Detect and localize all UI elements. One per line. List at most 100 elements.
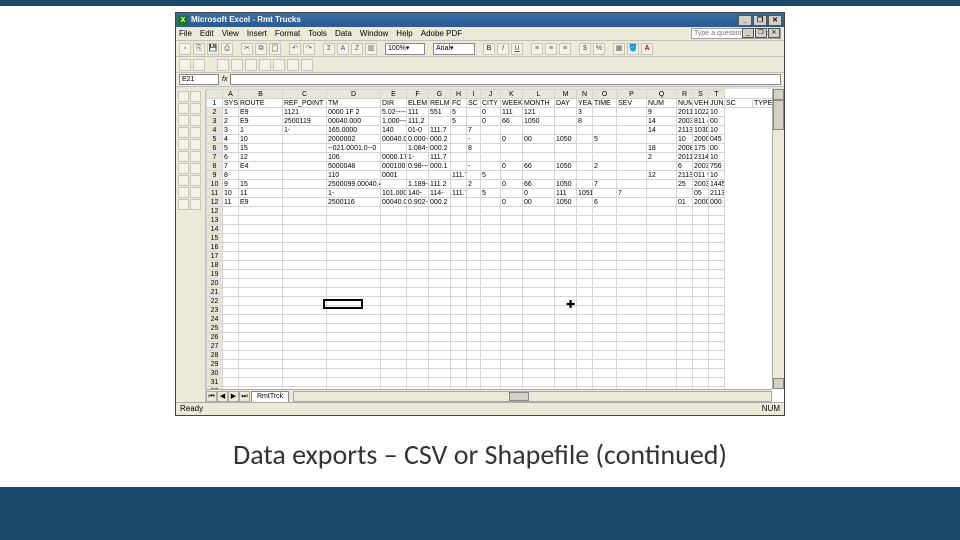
cell[interactable]: VEH [693, 99, 709, 108]
child-restore-button[interactable]: ❐ [755, 28, 767, 38]
cell[interactable] [223, 234, 239, 243]
cell[interactable] [429, 243, 451, 252]
cell[interactable] [239, 288, 283, 297]
cell[interactable]: 1050 [555, 162, 577, 171]
column-header[interactable]: R [677, 90, 693, 99]
cell[interactable] [451, 324, 467, 333]
cell[interactable]: 106 [327, 153, 381, 162]
cell[interactable] [407, 234, 429, 243]
cell[interactable]: 2011 [677, 153, 693, 162]
cell[interactable] [523, 306, 555, 315]
cell[interactable]: 1050 [555, 135, 577, 144]
cell[interactable] [555, 369, 577, 378]
cell[interactable]: 5.02-------- [381, 108, 407, 117]
cell[interactable]: DAY [555, 99, 577, 108]
cell[interactable] [481, 279, 501, 288]
menu-file[interactable]: File [179, 30, 192, 38]
column-header[interactable]: S [693, 90, 709, 99]
cell[interactable] [429, 324, 451, 333]
cell[interactable] [481, 180, 501, 189]
review-icon-6[interactable] [287, 59, 299, 71]
cell[interactable]: 10 [677, 135, 693, 144]
close-button[interactable]: ✕ [768, 15, 782, 26]
cell[interactable] [617, 135, 647, 144]
cell[interactable] [677, 306, 693, 315]
cell[interactable] [555, 234, 577, 243]
cell[interactable]: 1.189------- [407, 180, 429, 189]
cell[interactable] [693, 351, 709, 360]
cell[interactable] [523, 171, 555, 180]
cell[interactable] [223, 252, 239, 261]
cell[interactable] [283, 243, 327, 252]
cell[interactable] [381, 315, 407, 324]
cell[interactable] [593, 324, 617, 333]
cell[interactable]: 7 [223, 162, 239, 171]
cell[interactable] [381, 324, 407, 333]
cell[interactable]: 175 3 [693, 144, 709, 153]
cell[interactable]: ROUTE [239, 99, 283, 108]
cell[interactable]: 5 [481, 189, 501, 198]
cell[interactable] [467, 198, 481, 207]
cell[interactable] [677, 360, 693, 369]
cell[interactable] [451, 216, 467, 225]
cell[interactable] [283, 351, 327, 360]
cell[interactable] [523, 288, 555, 297]
cell[interactable] [407, 351, 429, 360]
cell[interactable] [709, 207, 725, 216]
draw-tool-icon[interactable] [190, 115, 201, 126]
cell[interactable] [327, 279, 381, 288]
cell[interactable] [593, 225, 617, 234]
undo-icon[interactable]: ↶ [289, 43, 301, 55]
cell[interactable] [283, 261, 327, 270]
cell[interactable] [577, 369, 593, 378]
cell[interactable]: CITY [481, 99, 501, 108]
cell[interactable]: --021.0001.0--0 [327, 144, 381, 153]
cell[interactable] [523, 225, 555, 234]
cell[interactable] [327, 324, 381, 333]
cell[interactable] [283, 342, 327, 351]
cell[interactable] [407, 306, 429, 315]
cell[interactable] [451, 306, 467, 315]
cell[interactable] [501, 306, 523, 315]
cell[interactable] [693, 207, 709, 216]
copy-icon[interactable]: ⧉ [255, 43, 267, 55]
cell[interactable]: 00 [523, 135, 555, 144]
cell[interactable] [381, 333, 407, 342]
cell[interactable] [555, 153, 577, 162]
cell[interactable] [327, 297, 381, 306]
row-header[interactable]: 26 [207, 333, 223, 342]
draw-tool-icon[interactable] [190, 103, 201, 114]
cell[interactable] [327, 207, 381, 216]
row-header[interactable]: 13 [207, 216, 223, 225]
cell[interactable] [647, 315, 677, 324]
cell[interactable] [709, 216, 725, 225]
cell[interactable]: 8 [223, 171, 239, 180]
row-header[interactable]: 19 [207, 270, 223, 279]
cell[interactable] [451, 153, 467, 162]
cell[interactable] [693, 378, 709, 387]
cell[interactable] [481, 378, 501, 387]
cell[interactable]: 114- [429, 189, 451, 198]
tab-nav-prev-icon[interactable]: ◀ [217, 391, 228, 402]
cell[interactable] [381, 279, 407, 288]
cell[interactable] [223, 360, 239, 369]
cell[interactable] [223, 225, 239, 234]
cell[interactable] [481, 351, 501, 360]
cell[interactable] [693, 225, 709, 234]
cell[interactable] [327, 369, 381, 378]
row-header[interactable]: 1 [207, 99, 223, 108]
cell[interactable] [429, 261, 451, 270]
cell[interactable] [239, 207, 283, 216]
cell[interactable] [555, 108, 577, 117]
cell[interactable]: 2008 [677, 144, 693, 153]
cell[interactable]: NUM [677, 99, 693, 108]
cell[interactable] [481, 144, 501, 153]
cell[interactable] [481, 297, 501, 306]
cell[interactable]: 14 [647, 117, 677, 126]
cell[interactable] [647, 234, 677, 243]
cell[interactable] [327, 378, 381, 387]
cell[interactable] [407, 243, 429, 252]
cell[interactable] [467, 324, 481, 333]
cell[interactable] [481, 261, 501, 270]
review-icon-2[interactable] [231, 59, 243, 71]
